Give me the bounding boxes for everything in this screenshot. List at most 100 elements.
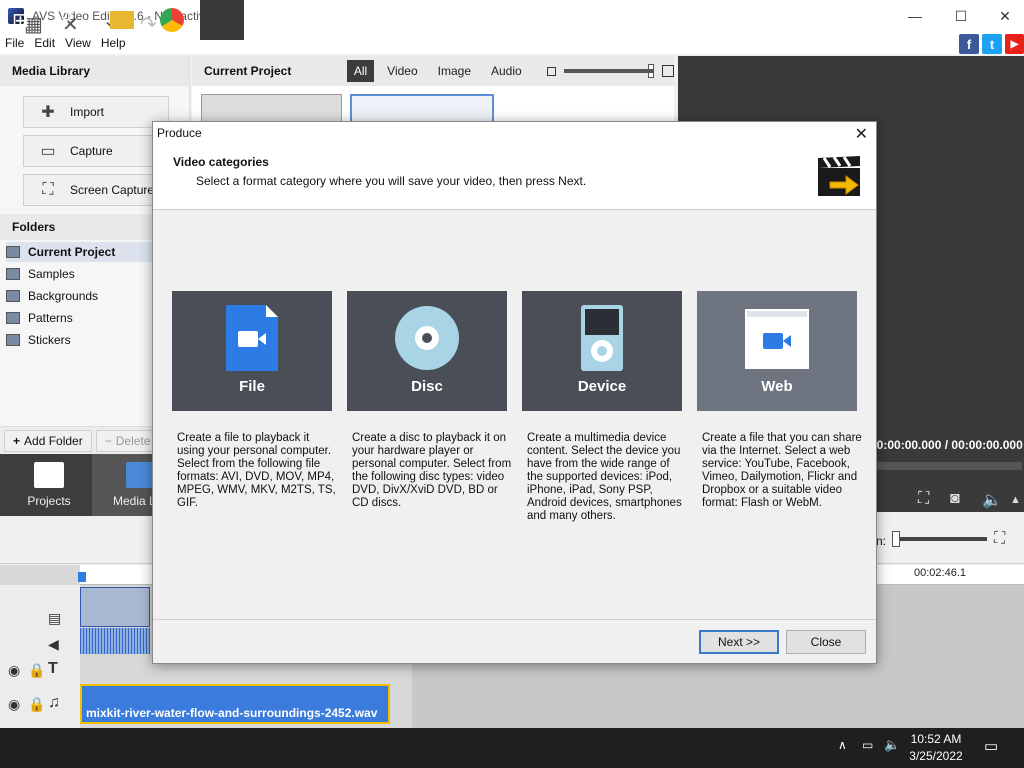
- video-clip[interactable]: [80, 587, 150, 627]
- close-button[interactable]: ✕: [982, 0, 1024, 32]
- search-icon[interactable]: ⚲: [60, 8, 84, 32]
- menu-help[interactable]: Help: [96, 36, 131, 50]
- category-web-desc: Create a file that you can share via the…: [702, 432, 862, 509]
- maximize-button[interactable]: ☐: [938, 0, 984, 32]
- ruler-time: 00:02:46.1: [914, 567, 966, 579]
- current-project-title: Current Project: [204, 64, 292, 78]
- category-device[interactable]: Device: [522, 291, 682, 411]
- category-disc-desc: Create a disc to playback it on your har…: [352, 432, 512, 509]
- audio-clip[interactable]: mixkit-river-water-flow-and-surroundings…: [80, 684, 390, 724]
- text-track-icon: T: [48, 660, 58, 677]
- clapperboard-icon: [34, 462, 64, 488]
- playhead-icon[interactable]: [78, 572, 86, 582]
- audio-waveform[interactable]: [80, 628, 150, 654]
- music-track-icon: ♫: [48, 694, 60, 711]
- audio-mute-icon[interactable]: ◀: [48, 636, 59, 653]
- camera-icon: ▭: [40, 143, 56, 160]
- facebook-icon[interactable]: f: [959, 34, 979, 54]
- screen-capture-button[interactable]: ⛶ Screen Capture: [23, 174, 169, 206]
- tray-chevron-icon[interactable]: ∧: [838, 738, 847, 752]
- zoom-slider[interactable]: [893, 537, 987, 541]
- youtube-icon[interactable]: ▶: [1005, 34, 1024, 54]
- web-video-icon: [745, 309, 809, 369]
- media-thumbnail[interactable]: [350, 94, 494, 124]
- volume-icon[interactable]: 🔈: [982, 490, 1002, 510]
- minus-icon: −: [104, 433, 112, 448]
- plus-icon: +: [13, 433, 21, 448]
- folder-icon: [6, 334, 20, 346]
- next-button[interactable]: Next >>: [699, 630, 779, 654]
- screen-capture-icon: ⛶: [42, 181, 54, 198]
- tab-projects[interactable]: Projects: [0, 454, 98, 516]
- dialog-subheading: Select a format category where you will …: [196, 174, 587, 188]
- add-folder-button[interactable]: + Add Folder: [4, 429, 92, 452]
- large-thumb-icon[interactable]: [662, 65, 674, 77]
- chrome-icon[interactable]: [160, 8, 184, 32]
- eye-icon[interactable]: ◉: [8, 696, 20, 713]
- preview-seek-bar[interactable]: [876, 462, 1022, 470]
- category-device-desc: Create a multimedia device content. Sele…: [527, 432, 682, 522]
- eye-icon[interactable]: ◉: [8, 662, 20, 679]
- plus-icon: ✚: [41, 104, 55, 121]
- chevron-up-icon[interactable]: ▲: [1010, 494, 1021, 506]
- menu-edit[interactable]: Edit: [29, 36, 60, 50]
- speaker-icon[interactable]: 🔈: [884, 737, 900, 753]
- file-video-icon: [226, 305, 278, 371]
- video-track-icon: ▤: [48, 610, 62, 626]
- taskbar-clock[interactable]: 10:52 AM 3/25/2022: [900, 731, 972, 765]
- delete-button[interactable]: − Delete: [95, 429, 160, 452]
- notifications-icon[interactable]: ▭: [984, 737, 998, 755]
- clapperboard-arrow-icon: [818, 156, 860, 196]
- menu-file[interactable]: File: [0, 36, 29, 50]
- fit-icon[interactable]: ⛶: [994, 530, 1005, 548]
- minimize-button[interactable]: —: [892, 0, 938, 32]
- screen-capture-label: Screen Capture: [70, 183, 155, 197]
- dialog-header: Video categories Select a format categor…: [153, 144, 876, 210]
- folder-icon: [6, 268, 20, 280]
- fullscreen-icon[interactable]: ⛶: [918, 490, 929, 508]
- twitter-icon[interactable]: t: [982, 34, 1002, 54]
- redo-icon[interactable]: ↷: [140, 12, 157, 37]
- avs-taskbar-icon[interactable]: [200, 0, 244, 40]
- category-web-label: Web: [761, 378, 793, 395]
- folder-label: Stickers: [28, 333, 71, 347]
- snapshot-icon[interactable]: ◙: [950, 490, 960, 508]
- category-disc[interactable]: Disc: [347, 291, 507, 411]
- category-file-label: File: [239, 378, 265, 395]
- windows-start-icon[interactable]: ⊞: [12, 8, 36, 32]
- folder-icon: [6, 246, 20, 258]
- disc-icon: [395, 306, 459, 370]
- import-label: Import: [70, 105, 105, 119]
- media-thumbnail[interactable]: [201, 94, 342, 124]
- filter-image[interactable]: Image: [431, 60, 478, 82]
- thumb-size-slider[interactable]: [563, 69, 655, 73]
- ipod-icon: [581, 305, 623, 371]
- zoom-knob[interactable]: [892, 531, 900, 547]
- folder-label: Backgrounds: [28, 289, 99, 303]
- clock-time: 10:52 AM: [910, 732, 962, 746]
- folder-icon: [6, 290, 20, 302]
- network-icon[interactable]: ▭: [862, 738, 873, 752]
- filter-all[interactable]: All: [346, 60, 375, 82]
- zoom-label: n:: [876, 534, 887, 548]
- dialog-title: Produce: [157, 126, 202, 140]
- folder-label: Patterns: [28, 311, 73, 325]
- audio-clip-label: mixkit-river-water-flow-and-surroundings…: [86, 706, 378, 720]
- file-explorer-icon[interactable]: [110, 11, 134, 29]
- close-dialog-button[interactable]: Close: [786, 630, 866, 654]
- filter-audio[interactable]: Audio: [484, 60, 529, 82]
- dialog-title-bar: Produce ✕: [153, 122, 876, 144]
- category-web[interactable]: Web: [697, 291, 857, 411]
- category-device-label: Device: [577, 378, 627, 395]
- lock-icon[interactable]: 🔒: [28, 696, 45, 713]
- filter-video[interactable]: Video: [380, 60, 424, 82]
- small-thumb-icon[interactable]: [546, 66, 556, 76]
- lock-icon[interactable]: 🔒: [28, 662, 45, 679]
- dialog-close-icon[interactable]: ✕: [855, 124, 868, 144]
- clock-date: 3/25/2022: [909, 749, 963, 763]
- menu-view[interactable]: View: [60, 36, 96, 50]
- import-button[interactable]: ✚ Import: [23, 96, 169, 128]
- category-file[interactable]: File: [172, 291, 332, 411]
- media-library-title: Media Library: [0, 56, 189, 86]
- capture-button[interactable]: ▭ Capture: [23, 135, 169, 167]
